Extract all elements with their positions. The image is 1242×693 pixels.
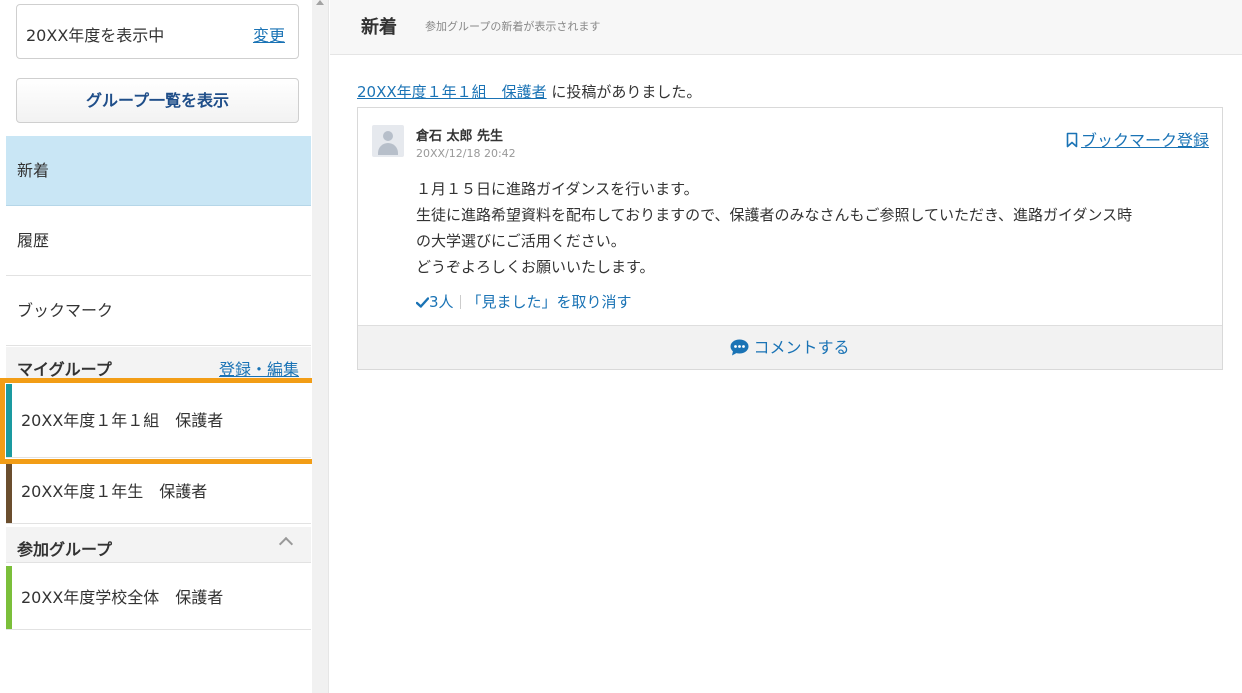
nav-item-history[interactable]: 履歴 bbox=[6, 206, 311, 276]
post-notice: 20XX年度１年１組 保護者 に投稿がありました。 bbox=[357, 81, 701, 102]
year-display: 20XX年度を表示中 bbox=[26, 26, 165, 45]
sidebar-scrollbar[interactable] bbox=[312, 0, 329, 693]
post-card: 倉石 太郎 先生 20XX/12/18 20:42 ブックマーク登録 １月１５日… bbox=[357, 107, 1223, 370]
post-body-line: どうぞよろしくお願いいたします。 bbox=[416, 258, 655, 276]
group-item-label: 20XX年度１年生 保護者 bbox=[21, 482, 208, 501]
unsee-link[interactable]: 「見ました」を取り消す bbox=[467, 293, 632, 311]
post-body-line: の大学選びにご活用ください。 bbox=[416, 232, 626, 250]
group-item-label: 20XX年度学校全体 保護者 bbox=[21, 588, 224, 607]
post-body: １月１５日に進路ガイダンスを行います。 生徒に進路希望資料を配布しておりますので… bbox=[416, 176, 1206, 280]
seen-count-button[interactable]: 3人 bbox=[416, 293, 454, 311]
page-subtitle: 参加グループの新着が表示されます bbox=[425, 20, 601, 33]
group-list-button[interactable]: グループ一覧を表示 bbox=[16, 78, 299, 123]
bookmark-button[interactable]: ブックマーク登録 bbox=[1066, 127, 1209, 151]
my-group-edit-link[interactable]: 登録・編集 bbox=[219, 356, 299, 380]
group-item-grade-1[interactable]: 20XX年度１年生 保護者 bbox=[6, 460, 311, 524]
year-change-link[interactable]: 変更 bbox=[253, 22, 285, 46]
group-color-bar bbox=[6, 384, 12, 457]
post-body-line: １月１５日に進路ガイダンスを行います。 bbox=[416, 180, 699, 198]
joined-group-title: 参加グループ bbox=[17, 540, 113, 559]
avatar-head bbox=[383, 131, 393, 141]
chevron-up-icon[interactable] bbox=[278, 536, 294, 552]
comment-icon bbox=[730, 339, 749, 356]
joined-group-header: 参加グループ bbox=[6, 527, 311, 563]
check-icon bbox=[416, 297, 429, 308]
sidebar: 20XX年度を表示中 変更 グループ一覧を表示 新着 履歴 ブックマーク マイグ… bbox=[0, 0, 319, 693]
notice-text: に投稿がありました。 bbox=[546, 83, 702, 101]
bookmark-label: ブックマーク登録 bbox=[1080, 131, 1209, 150]
my-group-title: マイグループ bbox=[17, 360, 112, 379]
page-title: 新着 bbox=[361, 17, 397, 38]
group-item-1-1[interactable]: 20XX年度１年１組 保護者 bbox=[6, 384, 311, 458]
divider bbox=[459, 295, 461, 309]
group-item-label: 20XX年度１年１組 保護者 bbox=[21, 411, 224, 430]
bookmark-icon bbox=[1066, 132, 1078, 148]
main-header: 新着 参加グループの新着が表示されます bbox=[330, 0, 1242, 55]
nav-item-bookmark[interactable]: ブックマーク bbox=[6, 276, 311, 346]
comment-button[interactable]: コメントする bbox=[358, 325, 1222, 369]
notice-group-link[interactable]: 20XX年度１年１組 保護者 bbox=[357, 83, 547, 101]
group-color-bar bbox=[6, 460, 12, 523]
avatar bbox=[372, 125, 404, 157]
my-group-header: マイグループ 登録・編集 bbox=[6, 347, 311, 383]
post-author: 倉石 太郎 先生 bbox=[416, 129, 504, 144]
scroll-up-icon[interactable] bbox=[316, 0, 324, 5]
comment-label: コメントする bbox=[753, 338, 850, 357]
year-selector: 20XX年度を表示中 変更 bbox=[16, 4, 299, 59]
group-item-school[interactable]: 20XX年度学校全体 保護者 bbox=[6, 566, 311, 630]
avatar-body bbox=[378, 143, 398, 155]
post-reactions: 3人 「見ました」を取り消す bbox=[416, 291, 632, 312]
seen-count: 3人 bbox=[429, 293, 454, 311]
nav-item-new[interactable]: 新着 bbox=[6, 136, 311, 206]
post-timestamp: 20XX/12/18 20:42 bbox=[416, 147, 516, 160]
group-color-bar bbox=[6, 566, 12, 629]
post-body-line: 生徒に進路希望資料を配布しておりますので、保護者のみなさんもご参照していただき、… bbox=[416, 206, 1133, 224]
app: 20XX年度を表示中 変更 グループ一覧を表示 新着 履歴 ブックマーク マイグ… bbox=[0, 0, 1242, 693]
